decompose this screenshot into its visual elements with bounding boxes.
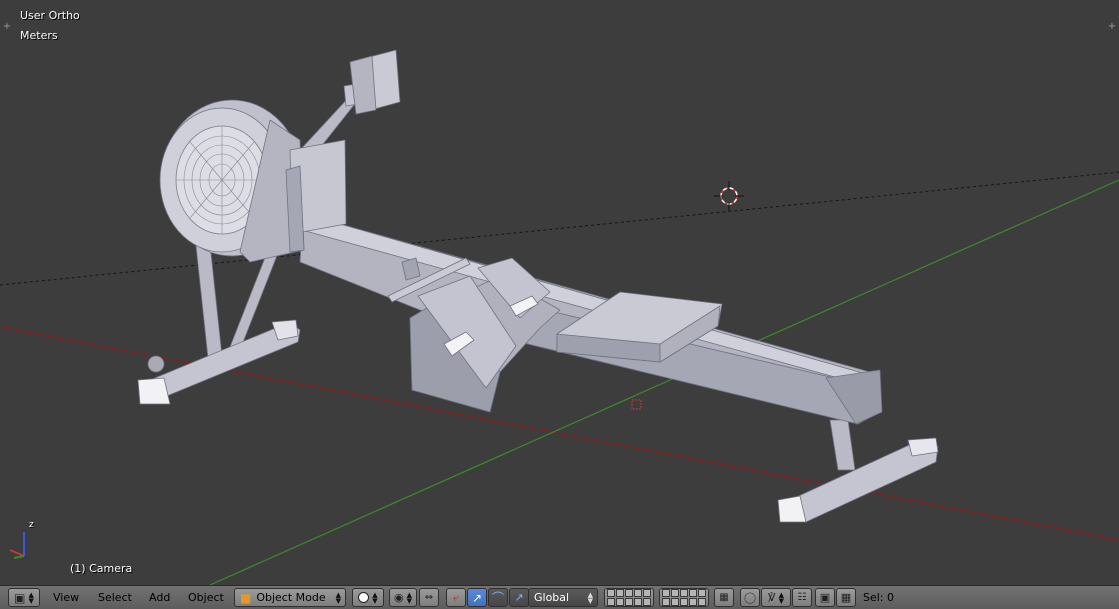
x-axis-line bbox=[0, 326, 1119, 541]
axis-z-label: z bbox=[29, 520, 34, 530]
mode-label: Object Mode bbox=[256, 591, 326, 604]
manipulator-toggle-button[interactable]: ⤶ bbox=[446, 588, 466, 607]
proportional-edit-button[interactable]: ◯ bbox=[740, 588, 760, 607]
pivot-align-button[interactable]: ⇔ bbox=[419, 588, 439, 607]
rotate-arc-icon: ⌒ bbox=[491, 591, 504, 605]
chevron-updown-icon: ▲ ▼ bbox=[372, 590, 378, 605]
render-animation-button[interactable]: ▦ bbox=[836, 588, 856, 607]
axis-gizmo bbox=[9, 532, 25, 559]
manipulator-icon: ⤶ bbox=[452, 590, 460, 604]
pivot-icon: ◉ bbox=[394, 591, 404, 604]
orientation-label: Global bbox=[534, 591, 570, 604]
sphere-icon bbox=[358, 592, 370, 603]
align-icon: ⇔ bbox=[424, 592, 434, 603]
chevron-updown-icon: ▲ ▼ bbox=[335, 590, 341, 605]
toolbar-toggle-plus-icon[interactable]: + bbox=[2, 22, 12, 32]
scale-manipulator-button[interactable]: ↗ bbox=[509, 588, 529, 607]
translate-arrow-icon: ↗ bbox=[471, 590, 483, 605]
chevron-updown-icon: ▲ ▼ bbox=[28, 590, 34, 605]
origin-marker-icon bbox=[631, 399, 642, 410]
viewport-shading-button[interactable]: ▲ ▼ bbox=[352, 588, 384, 607]
3d-viewport[interactable]: User Ortho Meters (1) Camera z + + bbox=[0, 0, 1119, 585]
menu-select[interactable]: Select bbox=[98, 590, 132, 606]
scale-icon: ↗ bbox=[514, 591, 524, 604]
rotate-manipulator-button[interactable]: ⌒ bbox=[488, 588, 508, 607]
3d-cursor-icon[interactable] bbox=[714, 181, 744, 211]
menu-view[interactable]: View bbox=[53, 590, 79, 606]
mode-selector[interactable]: ■ Object Mode ▲ ▼ bbox=[234, 588, 346, 607]
rowing-machine-model[interactable] bbox=[137, 49, 939, 523]
menu-object[interactable]: Object bbox=[188, 590, 224, 606]
translate-manipulator-button[interactable]: ↗ bbox=[467, 588, 487, 607]
pivot-point-button[interactable]: ◉ ▲ ▼ bbox=[389, 588, 417, 607]
render-opengl-button[interactable]: ▣ bbox=[815, 588, 835, 607]
snap-element-button[interactable]: ℣ ▲ ▼ bbox=[761, 588, 791, 607]
chevron-updown-icon: ▲ ▼ bbox=[406, 590, 412, 605]
magnet-icon: ℣ bbox=[768, 591, 776, 604]
selection-status: Sel: 0 bbox=[863, 591, 895, 604]
active-object-label: (1) Camera bbox=[70, 562, 133, 575]
transform-orientation-selector[interactable]: Global ▲ ▼ bbox=[528, 588, 598, 607]
proportional-edit-icon: ◯ bbox=[743, 591, 757, 604]
viewport-header: ▣ ▲ ▼ View Select Add Object ■ Object Mod… bbox=[0, 585, 1119, 609]
lock-icon: ▦ bbox=[719, 592, 729, 603]
camera-icon: ▣ bbox=[819, 591, 831, 604]
snap-target-icon: ☷ bbox=[797, 592, 807, 603]
editor-type-button[interactable]: ▣ ▲ ▼ bbox=[8, 588, 40, 607]
layers-icon bbox=[607, 589, 651, 606]
menu-add[interactable]: Add bbox=[149, 590, 170, 606]
snap-target-button[interactable]: ☷ bbox=[792, 588, 812, 607]
cube-icon: ▣ bbox=[14, 590, 26, 605]
units-label: Meters bbox=[20, 29, 58, 42]
layers-group-1[interactable] bbox=[604, 588, 654, 607]
chevron-updown-icon: ▲ ▼ bbox=[778, 590, 784, 605]
properties-toggle-plus-icon[interactable]: + bbox=[1107, 22, 1117, 32]
layers-group-2[interactable] bbox=[659, 588, 709, 607]
object-mode-cube-icon: ■ bbox=[240, 590, 252, 605]
layers-icon bbox=[662, 589, 706, 606]
lock-layers-button[interactable]: ▦ bbox=[714, 588, 734, 607]
scene-render[interactable] bbox=[0, 0, 1119, 585]
clapper-icon: ▦ bbox=[840, 591, 852, 604]
view-name-label: User Ortho bbox=[20, 9, 80, 22]
chevron-updown-icon: ▲ ▼ bbox=[587, 590, 593, 605]
